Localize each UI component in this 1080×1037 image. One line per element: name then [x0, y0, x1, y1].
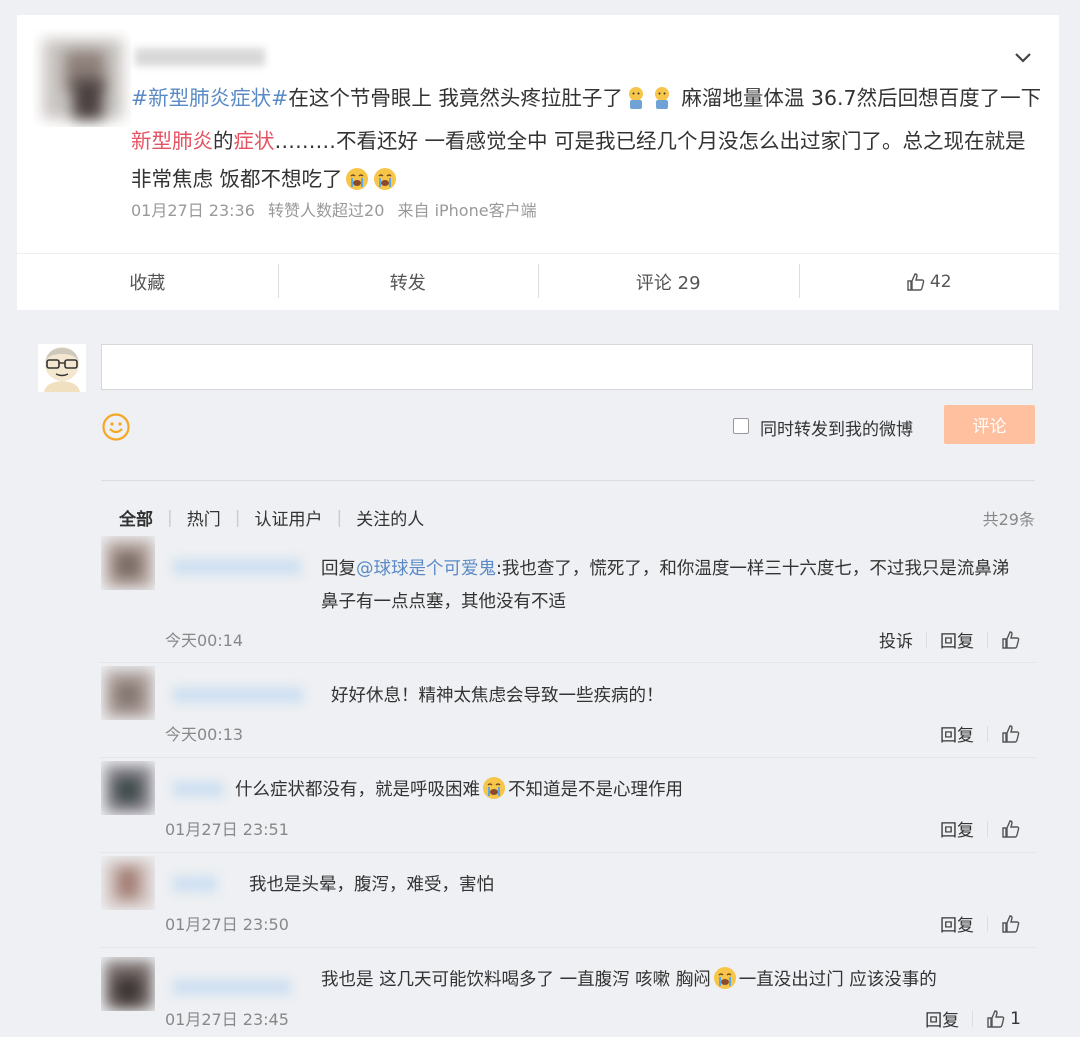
comment-actions: 回复 [940, 816, 1021, 841]
comment-actions: 回复 1 [925, 1006, 1021, 1032]
post-time[interactable]: 01月27日 23:36 [131, 201, 255, 220]
comment-button[interactable]: 评论 29 [538, 254, 799, 310]
thumbs-up-icon [907, 273, 925, 291]
comment-item: 我也是头晕，腹泻，难受，害怕 01月27日 23:50 回复 [101, 852, 1035, 948]
comment-time: 今天00:13 [165, 725, 244, 744]
tab-verified[interactable]: 认证用户 [254, 505, 322, 530]
repost-button[interactable]: 转发 [277, 254, 539, 310]
tab-separator: | [234, 507, 241, 528]
reply-button[interactable]: 回复 [940, 721, 974, 746]
comment-item: 什么症状都没有，就是呼吸困难 不知道是不是心理作用 01月27日 23:51 回复 [101, 757, 1035, 853]
comment-total: 共29条 [982, 510, 1035, 529]
topic-keyword[interactable]: 症状 [234, 129, 275, 153]
avatar[interactable] [101, 536, 155, 590]
comment-text: 我也是头晕，腹泻，难受，害怕 [249, 875, 494, 895]
report-button[interactable]: 投诉 [879, 627, 913, 652]
thumbs-up-icon[interactable] [1001, 914, 1021, 934]
post-author-avatar[interactable] [33, 29, 131, 127]
comment-item: 我也是 这几天可能饮料喝多了 一直腹泻 咳嗽 胸闷 一直没出过门 应该没事的 01… [101, 947, 1035, 1037]
reply-button[interactable]: 回复 [940, 627, 974, 652]
tab-all[interactable]: 全部 [119, 505, 153, 530]
divider [101, 480, 1035, 481]
thumbs-up-icon[interactable] [1001, 630, 1021, 650]
avatar[interactable] [101, 957, 155, 1011]
comment-time: 01月27日 23:45 [165, 1010, 289, 1029]
repost-note: 转赞人数超过20 [268, 201, 385, 220]
comment-input[interactable] [101, 344, 1033, 390]
like-button[interactable]: 42 [798, 254, 1060, 310]
tab-separator: | [167, 507, 173, 528]
comment-actions: 回复 [940, 721, 1021, 746]
comment-text: 我也是 这几天可能饮料喝多了 一直腹泻 咳嗽 胸闷 一直没出过门 应该没事的 [165, 964, 1025, 1002]
sick-emoji-icon [625, 84, 647, 122]
submit-comment-button[interactable]: 评论 [944, 405, 1035, 444]
comment-time: 01月27日 23:51 [165, 820, 289, 839]
tab-separator: | [336, 507, 343, 528]
post-author-name[interactable] [135, 48, 265, 66]
like-count: 1 [1010, 1008, 1021, 1029]
comment-actions: 投诉 回复 [879, 627, 1021, 652]
topic-link[interactable]: #新型肺炎症状# [131, 86, 288, 110]
comment-item: 回复@球球是个可爱鬼:我也查了，慌死了，和你温度一样三十六度七，不过我只是流鼻涕… [101, 533, 1035, 663]
thumbs-up-icon[interactable] [986, 1009, 1006, 1029]
emoji-picker-icon[interactable] [101, 412, 131, 442]
crying-emoji-icon [713, 966, 737, 1002]
reply-button[interactable]: 回复 [940, 911, 974, 936]
comment-actions: 回复 [940, 911, 1021, 936]
tab-following[interactable]: 关注的人 [356, 505, 424, 530]
chevron-down-icon[interactable] [1011, 45, 1035, 69]
mention-link[interactable]: @球球是个可爱鬼 [356, 559, 496, 579]
sick-emoji-icon [651, 84, 673, 122]
crying-emoji-icon [482, 776, 506, 812]
thumbs-up-icon[interactable] [1001, 724, 1021, 744]
comment-filter-tabs: 全部 | 热门 | 认证用户 | 关注的人 [119, 505, 424, 531]
favorite-button[interactable]: 收藏 [17, 254, 278, 310]
post-text: #新型肺炎症状#在这个节骨眼上 我竟然头疼拉肚子了 麻溜地量体温 36.7然后回… [131, 79, 1043, 203]
avatar[interactable] [101, 666, 155, 720]
comment-text: 什么症状都没有，就是呼吸困难 不知道是不是心理作用 [165, 774, 1025, 812]
avatar[interactable] [101, 761, 155, 815]
comment-text: 回复@球球是个可爱鬼:我也查了，慌死了，和你温度一样三十六度七，不过我只是流鼻涕… [321, 559, 1010, 612]
reply-button[interactable]: 回复 [940, 816, 974, 841]
comment-time: 01月27日 23:50 [165, 915, 289, 934]
tab-hot[interactable]: 热门 [187, 505, 221, 530]
user-avatar[interactable] [38, 344, 86, 392]
post-action-bar: 收藏 转发 评论 29 42 [17, 253, 1059, 310]
weibo-post: #新型肺炎症状#在这个节骨眼上 我竟然头疼拉肚子了 麻溜地量体温 36.7然后回… [17, 15, 1059, 253]
avatar[interactable] [101, 856, 155, 910]
forward-label[interactable]: 同时转发到我的微博 [760, 415, 913, 440]
topic-keyword[interactable]: 新型肺炎 [131, 129, 213, 153]
thumbs-up-icon[interactable] [1001, 819, 1021, 839]
reply-button[interactable]: 回复 [925, 1006, 959, 1031]
post-meta: 01月27日 23:36 转赞人数超过20 来自 iPhone客户端 [131, 197, 545, 221]
forward-checkbox[interactable] [733, 418, 749, 434]
comment-text: 好好休息！精神太焦虑会导致一些疾病的！ [331, 686, 664, 706]
post-source: 来自 iPhone客户端 [397, 201, 537, 220]
comment-time: 今天00:14 [165, 631, 244, 650]
comment-item: 好好休息！精神太焦虑会导致一些疾病的！ 今天00:13 回复 [101, 662, 1035, 758]
